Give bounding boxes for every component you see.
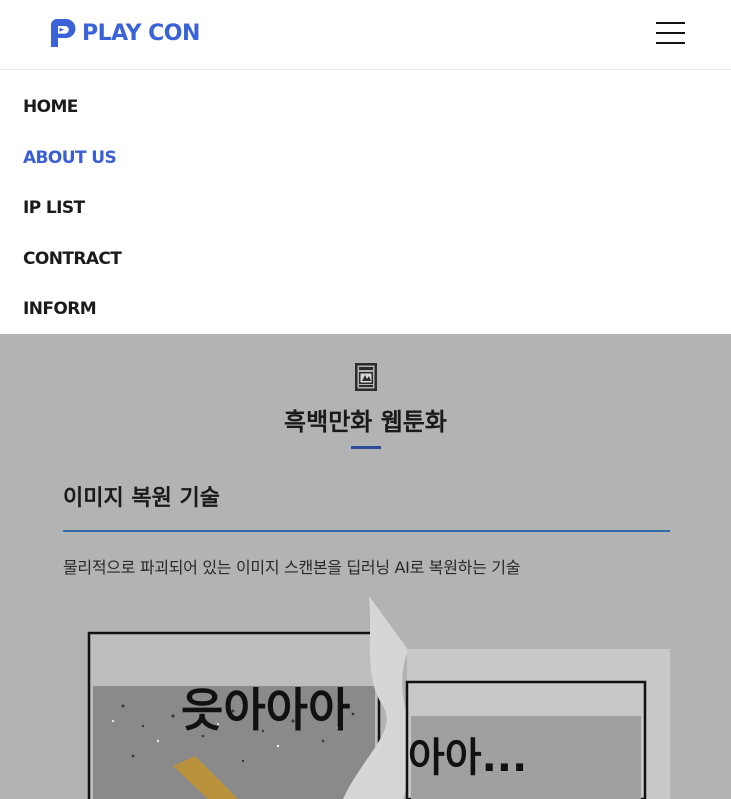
section-title: 흑백만화 웹툰화: [284, 408, 447, 436]
hamburger-line: [656, 32, 685, 34]
logo-text: PLAY CON: [82, 21, 200, 46]
site-header: PLAY CON: [0, 0, 731, 70]
hamburger-line: [656, 42, 685, 44]
description-text: 물리적으로 파괴되어 있는 이미지 스캔본을 딥러닝 AI로 복원하는 기술: [63, 558, 521, 577]
mobile-nav-menu: HOME ABOUT US IP LIST CONTRACT INFORM: [0, 70, 731, 334]
content-section: 흑백만화 웹툰화 이미지 복원 기술 물리적으로 파괴되어 있는 이미지 스캔본…: [0, 334, 731, 799]
title-underline: [351, 446, 381, 449]
nav-item-about-us[interactable]: ABOUT US: [23, 148, 117, 168]
sub-heading-divider: [63, 530, 670, 532]
nav-item-home[interactable]: HOME: [23, 97, 78, 117]
book-icon: [355, 363, 377, 391]
hamburger-line: [656, 22, 685, 24]
nav-item-ip-list[interactable]: IP LIST: [23, 198, 85, 218]
playcon-logo[interactable]: PLAY CON: [45, 17, 200, 50]
nav-item-inform[interactable]: INFORM: [23, 299, 97, 319]
hamburger-menu-icon[interactable]: [656, 22, 685, 44]
manga-text-right: 아아...: [408, 735, 527, 781]
manga-restoration-illustration: 읏아아아 아아...: [87, 596, 670, 799]
manga-text-left: 읏아아아: [181, 683, 350, 737]
playcon-logo-icon: [51, 19, 76, 47]
nav-item-contract[interactable]: CONTRACT: [23, 249, 122, 269]
sub-heading: 이미지 복원 기술: [63, 486, 220, 511]
